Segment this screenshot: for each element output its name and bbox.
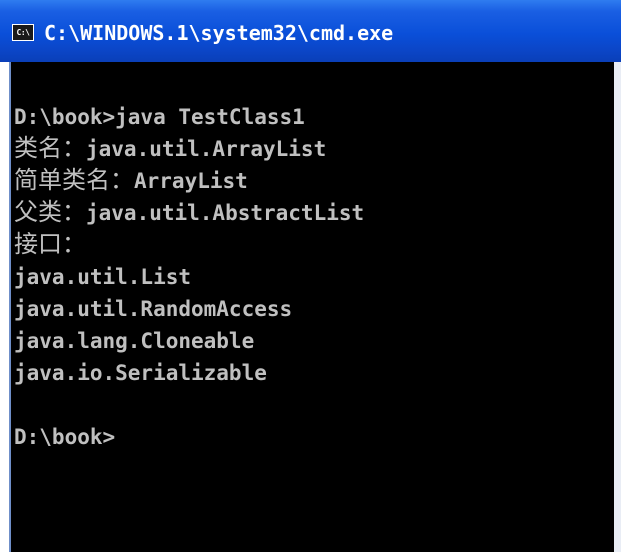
window-frame-right [614,62,621,552]
console-line-label: 简单类名： [14,166,134,194]
console-line-label: 接口： [14,230,86,258]
console-line-text: java.util.AbstractList [86,201,365,225]
console-line-text: D:\book>java TestClass1 [14,105,305,129]
cmd-window: C:\ C:\WINDOWS.1\system32\cmd.exe D:\boo… [0,0,621,552]
console-line: 接口： [14,228,364,260]
console-line-text: java.lang.Cloneable [14,329,255,353]
console-line-label: 类名： [14,134,86,162]
console-line-text: java.util.RandomAccess [14,297,293,321]
console-line-text: java.util.List [14,265,192,289]
window-title: C:\WINDOWS.1\system32\cmd.exe [44,21,394,45]
console-line-text: java.io.Serializable [14,361,267,385]
console-line: java.lang.Cloneable [14,324,364,356]
console-line: java.util.List [14,260,364,292]
console-line: java.util.RandomAccess [14,292,364,324]
console-line: java.io.Serializable [14,356,364,388]
console-line: 简单类名：ArrayList [14,164,364,196]
console-icon[interactable]: C:\ [12,24,34,41]
console-line: 类名：java.util.ArrayList [14,132,364,164]
console-line-text: java.util.ArrayList [86,137,327,161]
console-line: D:\book>java TestClass1 [14,100,364,132]
title-bar[interactable]: C:\ C:\WINDOWS.1\system32\cmd.exe [0,0,621,62]
console-line-label: 父类： [14,198,86,226]
console-prompt[interactable]: D:\book> [14,420,364,452]
console-line-text: ArrayList [134,169,248,193]
console-output[interactable]: D:\book>java TestClass1 类名：java.util.Arr… [9,62,614,552]
console-line-text: D:\book> [14,425,116,449]
console-lines: D:\book>java TestClass1 类名：java.util.Arr… [14,100,364,452]
window-frame-left [0,62,9,552]
console-line: 父类：java.util.AbstractList [14,196,364,228]
